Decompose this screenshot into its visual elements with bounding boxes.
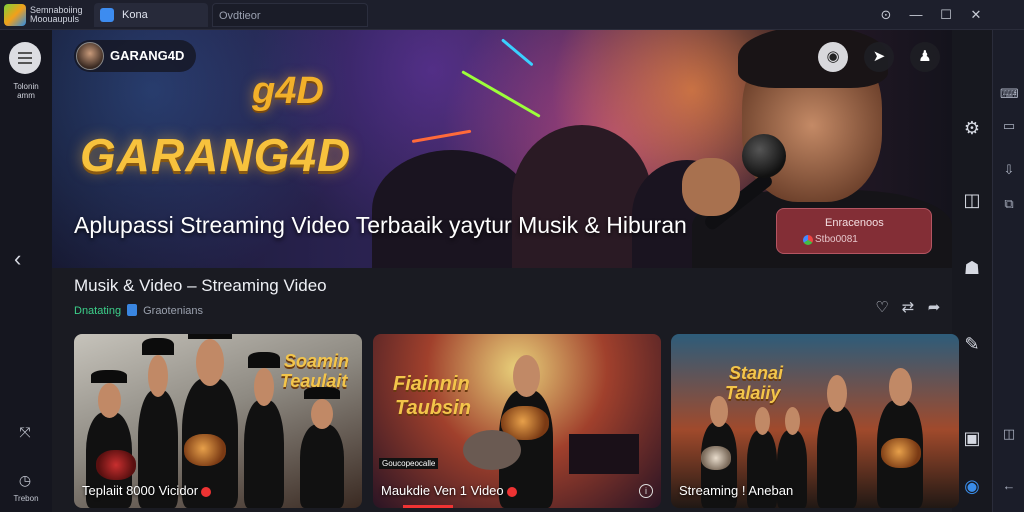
chevron-left-icon[interactable]: ‹ [14,246,21,272]
sidebar-bottom-label: Trebon [13,494,39,503]
card-brand-line1: Stanai [729,363,784,383]
live-dot-icon [201,486,212,497]
microphone-icon [742,134,786,178]
help-button[interactable]: ⊙ [878,7,894,23]
hero-title: Aplupassi Streaming Video Terbaaik yaytu… [74,212,687,238]
brand-avatar [76,42,104,70]
gear-icon[interactable]: ⚙ [960,118,984,142]
tab-active-label: Kona [122,9,148,21]
app-name: Semnaboiing Moouaupuls [30,5,83,24]
band-member [300,387,344,508]
singer-hand [682,158,740,216]
section-subtitle: Dnatating Graotenians [74,304,203,317]
amplifier [569,434,639,474]
right-toolbar: ⌨ ▭ ⇩ ⧉ ◫ ← [992,30,1024,512]
cta-label: Enracenoos [825,217,884,229]
card-brand-line1: Soamin [284,351,350,371]
verified-icon [127,304,138,316]
card-caption: Streaming ! Aneban [679,483,793,498]
title-bar: Semnaboiing Moouaupuls Kona Ovdtieor ⊙ —… [0,0,1024,30]
card-title: Streaming ! Aneban [679,483,794,498]
app-badge-icon[interactable]: ◉ [960,476,984,500]
card-title: Maukdie Ven 1 Video [381,483,504,498]
light-streak [501,38,534,67]
share-icon[interactable]: ➤ [864,42,894,72]
cta-color-icon [803,235,813,245]
logo-mark: g4D [252,70,324,112]
menu-icon [18,52,32,54]
band-member [817,375,857,508]
expand-icon[interactable]: ⤧ [14,424,36,446]
card-brand-line1: Fiainnin [393,373,470,395]
light-streak [461,70,541,118]
left-sidebar: Tolonin amm ‹ ⤧ ◷ Trebon [0,30,52,512]
menu-icon-line [18,57,32,59]
crowd-silhouette [372,150,532,268]
drum-kit [463,430,521,470]
band-member [244,352,284,508]
card-brand-line2: Talaiiy [725,383,781,403]
maximize-button[interactable]: ☐ [938,7,954,23]
close-button[interactable]: ✕ [968,7,984,23]
card-brand-line2: Taubsin [395,397,471,419]
minimize-button[interactable]: — [908,7,924,23]
section-meta: Graotenians [143,305,204,317]
copy-icon[interactable]: ⧉ [1000,196,1018,214]
brand-chip[interactable]: GARANG4D [74,40,197,72]
download-icon[interactable]: ⇩ [1000,162,1018,180]
content-section: Musik & Video – Streaming Video Dnatatin… [52,268,959,512]
guitar [96,450,136,480]
video-card[interactable]: Stanai Talaiiy Streaming ! Aneban [671,334,959,508]
like-icon[interactable]: ♡ [872,298,892,318]
hero-banner: GARANG4D g4D GARANG4D Aplupassi Streamin… [52,30,952,268]
section-title: Musik & Video – Streaming Video [74,276,327,295]
tab-active[interactable]: Kona [94,3,208,27]
crowd-silhouette [512,125,652,268]
book-icon[interactable]: ◫ [960,190,984,214]
screen-icon[interactable]: ▭ [1000,118,1018,136]
person-icon[interactable]: ♟ [910,42,940,72]
guitar [881,438,921,468]
info-icon[interactable]: i [639,484,653,498]
menu-icon-line [18,62,32,64]
app-logo-icon [4,4,26,26]
camera-icon[interactable]: ◫ [1000,426,1018,444]
card-title: Teplaiit 8000 Vicidor [82,483,199,498]
logo-wordmark: GARANG4D [80,129,352,181]
section-status: Dnatating [74,305,122,317]
share-icon[interactable]: ⇄ [898,298,918,318]
tab-app-icon [100,8,114,22]
video-card[interactable]: Fiainnin Taubsin Goucopeocalle Maukdie V… [373,334,661,508]
guitar [184,434,226,466]
back-arrow-icon[interactable]: ← [1000,478,1018,496]
light-streak [411,129,472,143]
watch-progress [403,505,453,508]
tab-inactive[interactable]: Ovdtieor [212,3,368,27]
card-badge: Goucopeocalle [379,458,439,469]
menu-button[interactable] [9,42,41,74]
robot-icon[interactable]: ☗ [960,258,984,282]
feather-icon[interactable]: ✎ [960,334,984,358]
sidebar-label: Tolonin amm [13,82,39,100]
image-icon[interactable]: ▣ [960,428,984,452]
forward-icon[interactable]: ➦ [924,298,944,318]
video-card[interactable]: Soamin Teaulait Teplaiit 8000 Vicidor [74,334,362,508]
guitar [701,446,731,470]
card-caption: Teplaiit 8000 Vicidor [82,483,212,498]
live-dot-icon [506,486,517,497]
card-caption: Maukdie Ven 1 Video [381,483,517,498]
cast-icon[interactable]: ◉ [818,42,848,72]
tab-inactive-label: Ovdtieor [219,10,261,22]
cta-sublabel: Stbo0081 [815,234,858,245]
keyboard-icon[interactable]: ⌨ [1000,86,1019,104]
brand-name: GARANG4D [110,48,185,63]
hero-cta-button[interactable]: Enracenoos Stbo0081 [776,208,932,254]
clock-icon[interactable]: ◷ [14,472,36,494]
